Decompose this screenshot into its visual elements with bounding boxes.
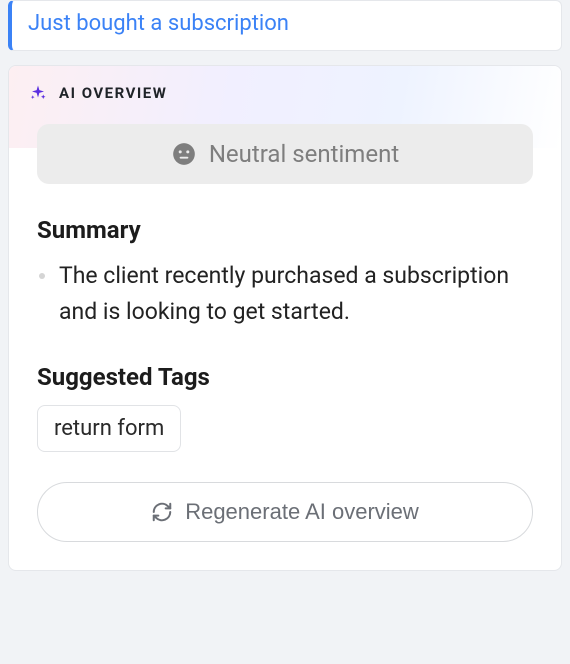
summary-heading: Summary	[37, 216, 533, 244]
ai-overview-title: AI OVERVIEW	[59, 84, 167, 102]
regenerate-label: Regenerate AI overview	[185, 499, 419, 525]
ai-overview-body: Neutral sentiment Summary The client rec…	[9, 124, 561, 570]
summary-list: The client recently purchased a subscrip…	[37, 258, 533, 329]
suggested-tags-heading: Suggested Tags	[37, 363, 533, 391]
sentiment-label: Neutral sentiment	[209, 140, 399, 168]
refresh-icon	[151, 501, 173, 523]
regenerate-button[interactable]: Regenerate AI overview	[37, 482, 533, 542]
tags-row: return form	[37, 405, 533, 452]
sentiment-badge: Neutral sentiment	[37, 124, 533, 184]
ticket-subject-text: Just bought a subscription	[28, 11, 289, 36]
tag[interactable]: return form	[37, 405, 181, 452]
ticket-subject-card[interactable]: Just bought a subscription	[8, 0, 562, 51]
sparkle-icon	[29, 84, 47, 102]
summary-item: The client recently purchased a subscrip…	[37, 258, 533, 329]
neutral-face-icon	[171, 141, 197, 167]
ai-overview-card: AI OVERVIEW Neutral sentiment Summary Th…	[8, 65, 562, 571]
